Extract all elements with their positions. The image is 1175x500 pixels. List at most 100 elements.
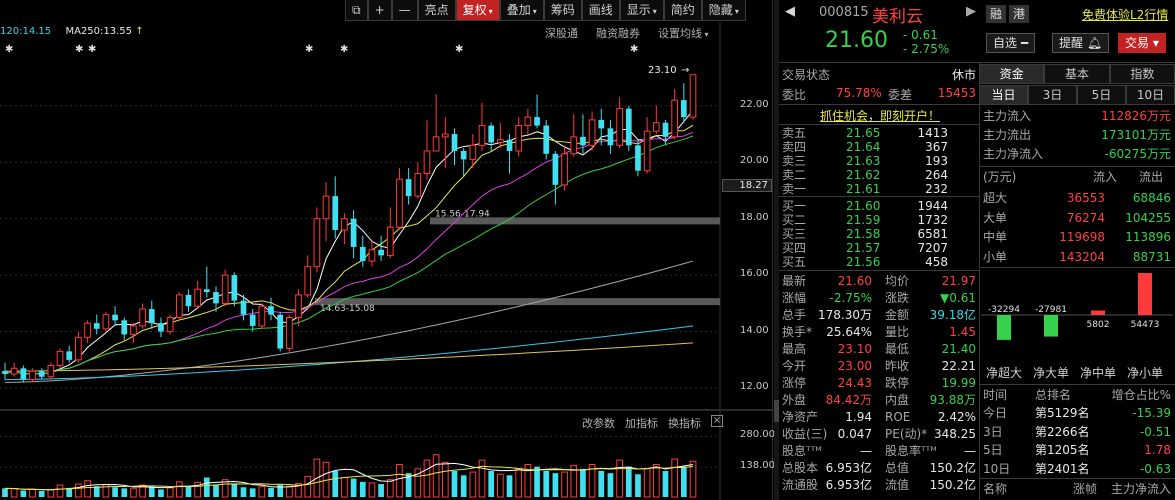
- net-flow-value: -32294: [988, 305, 1020, 315]
- candle-body: [313, 218, 321, 268]
- stat-row: 涨停 24.43 跌停 19.99: [782, 376, 976, 390]
- candle-body: [231, 275, 238, 301]
- orderbook-row[interactable]: 买二 21.59 1732: [782, 214, 978, 228]
- event-star-icon[interactable]: ✱: [88, 44, 96, 55]
- candle-body: [543, 125, 550, 154]
- change-params-button[interactable]: 改参数: [582, 415, 615, 431]
- candle-body: [295, 294, 302, 318]
- orderbook-row[interactable]: 卖五 21.65 1413: [782, 127, 978, 141]
- rank-header: 时间 总排名 增仓占比%: [983, 388, 1171, 402]
- ma-legend: 120:14.15 MA250:13.55 ↑: [0, 26, 144, 37]
- event-star-icon[interactable]: ✱: [630, 44, 638, 55]
- prev-stock-icon[interactable]: ◀: [785, 4, 795, 19]
- volume-bar: [607, 473, 614, 497]
- candle-body: [148, 309, 155, 324]
- chevron-down-icon: ▾: [532, 7, 537, 16]
- event-star-icon[interactable]: ✱: [305, 44, 313, 55]
- period-tab[interactable]: 当日: [979, 85, 1028, 105]
- volume-bar: [671, 458, 678, 498]
- add-indicator-button[interactable]: 加指标: [625, 415, 658, 431]
- kline-chart-area[interactable]: 15.56-17.94 14.63-15.08 23.10 → ⧉ + — 亮点 复权 ▾ 叠加 ▾…: [0, 0, 775, 500]
- volume-bar: [543, 471, 550, 497]
- event-star-icon[interactable]: ✱: [5, 44, 13, 55]
- event-star-icon[interactable]: ✱: [340, 44, 348, 55]
- tab-funds[interactable]: 资金: [979, 64, 1045, 84]
- watchlist-button[interactable]: 自选 ━: [986, 33, 1036, 53]
- candle-body: [66, 351, 73, 360]
- chevron-down-icon: ▾: [488, 7, 493, 16]
- flow-row: 主力流入 112826万元: [983, 109, 1171, 123]
- orderbook-row[interactable]: 卖一 21.61 232: [782, 183, 978, 197]
- volume-bar: [203, 477, 210, 497]
- tab-index[interactable]: 指数: [1109, 64, 1175, 84]
- orderbook-row[interactable]: 买五 21.56 458: [782, 256, 978, 270]
- orderbook-row[interactable]: 卖四 21.64 367: [782, 141, 978, 155]
- candle-body: [423, 150, 431, 175]
- gaps-button[interactable]: 亮点: [417, 0, 456, 21]
- orderbook-row[interactable]: 买三 21.58 6581: [782, 228, 978, 242]
- restore-rights-button[interactable]: 复权 ▾: [455, 0, 500, 21]
- chips-button[interactable]: 筹码: [543, 0, 582, 21]
- hide-button[interactable]: 隐藏 ▾: [701, 0, 746, 21]
- hk-connect-tag[interactable]: 港: [1009, 5, 1029, 23]
- volume-bar: [231, 483, 238, 497]
- volume-bar: [286, 485, 293, 498]
- zoom-out-button[interactable]: —: [391, 0, 418, 21]
- orderbook-row[interactable]: 买四 21.57 7207: [782, 242, 978, 256]
- overlay-button[interactable]: 叠加 ▾: [499, 0, 544, 21]
- candle-body: [396, 178, 403, 228]
- zoom-in-button[interactable]: +: [367, 0, 392, 21]
- volume-bar: [175, 481, 183, 498]
- deep-link-button[interactable]: 深股通: [545, 25, 578, 41]
- candle-body: [350, 218, 357, 247]
- current-price: 21.60: [825, 28, 888, 53]
- period-tab[interactable]: 3日: [1028, 85, 1077, 105]
- volume-bar: [469, 471, 477, 498]
- candle-body: [671, 99, 678, 138]
- tab-basic[interactable]: 基本: [1044, 64, 1110, 84]
- candle-body: [451, 134, 458, 151]
- orderbook-row[interactable]: 买一 21.60 1944: [782, 200, 978, 214]
- net-flow-chart: -32294 净超大 -27981 净大单 5802 净中单 54473 净小单: [981, 273, 1173, 380]
- next-stock-icon[interactable]: ▶: [966, 4, 976, 19]
- y-tick-label: 14.00: [740, 324, 769, 336]
- volume-bar: [662, 471, 669, 497]
- stat-row: 收益(三) 0.047 PE(动)* 348.25: [782, 427, 976, 441]
- draw-line-button[interactable]: 画线: [581, 0, 620, 21]
- volume-bar: [332, 471, 339, 497]
- candle-body: [643, 130, 651, 172]
- open-account-banner[interactable]: 抓住机会，即刻开户！: [782, 107, 978, 124]
- switch-indicator-button[interactable]: 换指标: [668, 415, 701, 431]
- margin-tag[interactable]: 融: [986, 5, 1006, 23]
- event-star-icon[interactable]: ✱: [75, 44, 83, 55]
- volume-bar: [148, 486, 155, 497]
- period-tab[interactable]: 10日: [1126, 85, 1175, 105]
- volume-bar: [534, 466, 540, 497]
- display-button[interactable]: 显示 ▾: [619, 0, 664, 21]
- copy-icon[interactable]: ⧉: [345, 0, 368, 21]
- candle-body: [56, 350, 64, 366]
- volume-bar: [213, 484, 219, 497]
- stat-row: 涨幅 -2.75% 涨跌 ▼0.61: [782, 291, 976, 305]
- candle-body: [240, 300, 247, 315]
- close-indicator-icon[interactable]: ×: [711, 415, 723, 427]
- orderbook-row[interactable]: 卖三 21.63 193: [782, 155, 978, 169]
- rank-row: 10日 第2401名 -0.63: [983, 461, 1171, 476]
- volume-bar: [304, 475, 312, 498]
- ma-settings-button[interactable]: 设置均线 ▾: [658, 25, 709, 41]
- candle-body: [689, 74, 697, 118]
- volume-bar: [460, 475, 467, 497]
- simple-button[interactable]: 简约: [663, 0, 702, 21]
- flow-row: 主力净流入 -60275万元: [983, 147, 1171, 161]
- candle-body: [166, 317, 174, 333]
- stat-row: 最高 23.10 最低 21.40: [782, 342, 976, 356]
- margin-trading-button[interactable]: 融资融券: [596, 25, 640, 41]
- alert-button[interactable]: 提醒 🔔︎: [1052, 33, 1110, 53]
- orderbook-row[interactable]: 卖二 21.62 264: [782, 169, 978, 183]
- stat-row: 总股本 6.953亿 总值 150.2亿: [782, 461, 976, 475]
- volume-bar: [75, 483, 82, 498]
- free-l2-link[interactable]: 免费体验L2行情: [1082, 6, 1168, 23]
- trade-button[interactable]: 交易 ▾: [1118, 33, 1166, 53]
- period-tab[interactable]: 5日: [1077, 85, 1126, 105]
- event-star-icon[interactable]: ✱: [455, 44, 463, 55]
